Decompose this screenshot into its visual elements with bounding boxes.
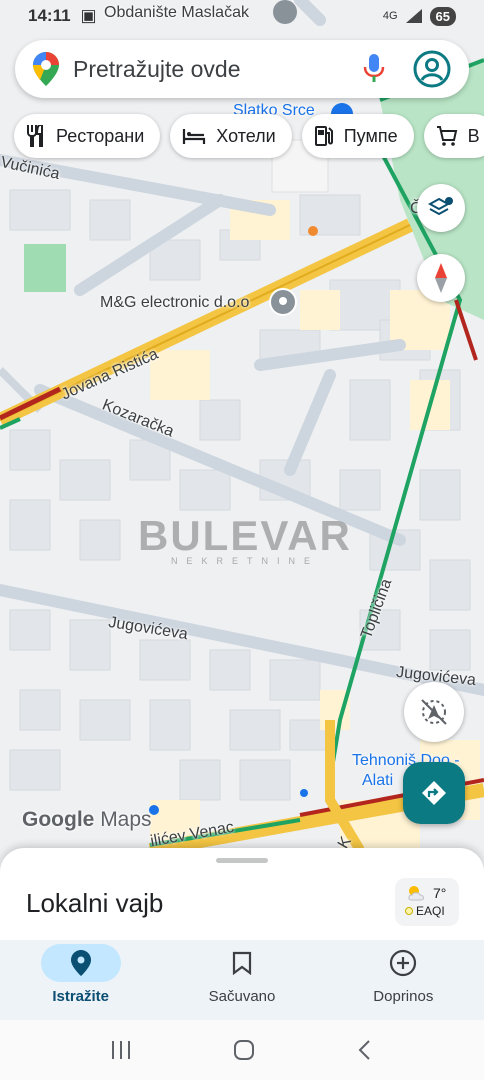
status-time: 14:11 bbox=[28, 6, 71, 25]
screenshot-icon: ▣ bbox=[80, 6, 97, 25]
my-location-button[interactable] bbox=[404, 682, 464, 742]
weather-temperature: 7° bbox=[433, 885, 447, 901]
layers-button[interactable] bbox=[417, 184, 465, 232]
chip-gas-stations-label: Пумпе bbox=[343, 125, 398, 146]
layers-icon bbox=[428, 197, 453, 216]
sheet-title: Lokalni vajb bbox=[26, 888, 164, 918]
bookmark-icon bbox=[232, 951, 252, 975]
nav-explore-label: Istražite bbox=[52, 988, 110, 1005]
compass-button[interactable] bbox=[417, 254, 465, 302]
chip-shopping[interactable]: B bbox=[423, 114, 484, 158]
google-maps-logo: Google Maps bbox=[22, 808, 152, 832]
nav-explore[interactable]: Istražite bbox=[0, 940, 161, 1020]
nav-contribute[interactable]: Doprinos bbox=[323, 940, 484, 1020]
category-chips: Ресторани Хотели Пумпе B bbox=[14, 114, 484, 158]
shopping-cart-icon bbox=[436, 126, 457, 146]
search-bar[interactable]: Pretražujte ovde bbox=[15, 40, 469, 98]
microphone-icon[interactable] bbox=[363, 54, 385, 84]
logo-google-text: Google bbox=[22, 808, 95, 831]
search-input[interactable]: Pretražujte ovde bbox=[73, 56, 363, 83]
sheet-drag-handle[interactable] bbox=[216, 858, 268, 863]
map-label-mg-electronic[interactable]: M&G electronic d.o.o bbox=[100, 294, 249, 312]
bottom-navigation: Istražite Sačuvano Doprinos bbox=[0, 940, 484, 1020]
hotel-icon bbox=[183, 129, 206, 144]
watermark: BULEVAR NEKRETNINE bbox=[138, 512, 352, 566]
nav-contribute-icon-wrap bbox=[363, 944, 443, 982]
restaurant-icon bbox=[27, 125, 43, 147]
chip-restaurants-label: Ресторани bbox=[56, 125, 145, 146]
chip-hotels[interactable]: Хотели bbox=[170, 114, 292, 158]
watermark-title: BULEVAR bbox=[138, 512, 352, 559]
partly-cloudy-icon bbox=[408, 886, 424, 901]
system-navigation-bar bbox=[0, 1020, 484, 1080]
status-right: 4G 65 bbox=[382, 6, 456, 26]
recent-apps-icon[interactable] bbox=[109, 1039, 133, 1061]
chip-hotels-label: Хотели bbox=[216, 125, 276, 146]
explore-pin-icon bbox=[70, 950, 91, 976]
add-circle-icon bbox=[390, 949, 417, 977]
account-avatar-icon[interactable] bbox=[413, 50, 451, 88]
battery-indicator: 65 bbox=[429, 6, 456, 26]
gas-station-icon bbox=[314, 126, 333, 146]
weather-card[interactable]: 7° EAQI bbox=[395, 878, 459, 926]
nav-saved-label: Sačuvano bbox=[208, 988, 276, 1005]
map-label-tehnonis-line2[interactable]: Alati bbox=[362, 772, 393, 790]
aqi-label: EAQI bbox=[416, 904, 445, 918]
chip-shopping-label: B bbox=[467, 125, 480, 146]
chip-restaurants[interactable]: Ресторани bbox=[14, 114, 161, 158]
maps-pin-logo-icon bbox=[33, 52, 59, 86]
status-bar: 14:11 ▣ 4G 65 bbox=[0, 0, 484, 32]
nav-contribute-label: Doprinos bbox=[373, 988, 434, 1005]
compass-icon bbox=[435, 263, 447, 293]
home-icon[interactable] bbox=[232, 1038, 256, 1062]
network-label: 4G bbox=[382, 10, 398, 22]
chip-gas-stations[interactable]: Пумпе bbox=[301, 114, 414, 158]
signal-icon bbox=[405, 9, 422, 23]
nav-explore-icon-wrap bbox=[40, 944, 121, 982]
directions-button[interactable] bbox=[403, 762, 465, 824]
location-off-icon bbox=[421, 699, 447, 725]
logo-maps-text: Maps bbox=[100, 808, 152, 831]
nav-saved-icon-wrap bbox=[202, 944, 282, 982]
nav-saved[interactable]: Sačuvano bbox=[161, 940, 322, 1020]
aqi-indicator-icon bbox=[405, 907, 413, 915]
directions-icon bbox=[422, 781, 446, 805]
back-icon[interactable] bbox=[355, 1038, 375, 1062]
